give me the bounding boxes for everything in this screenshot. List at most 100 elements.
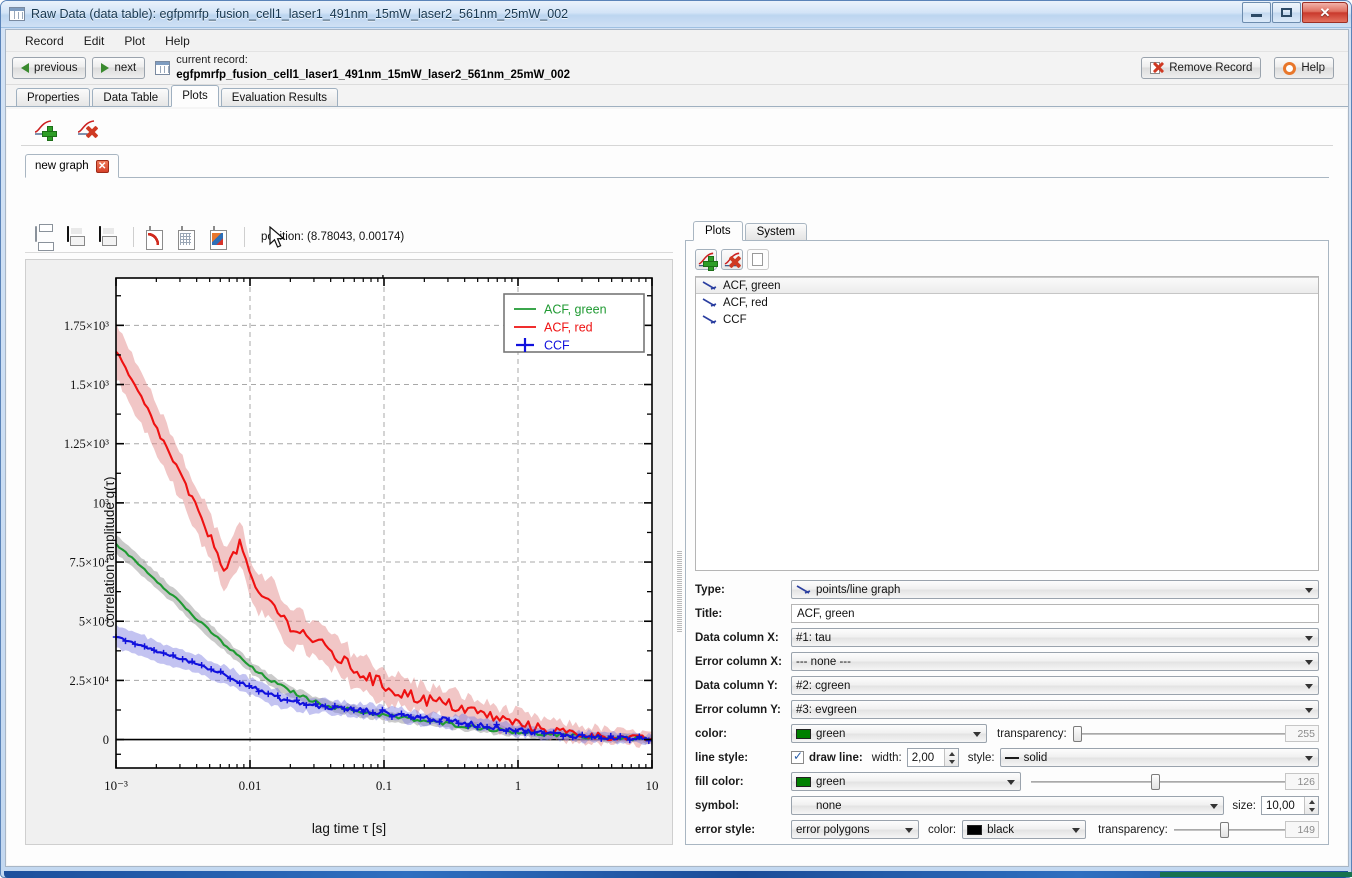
close-button[interactable]: ✕ (1302, 2, 1348, 23)
window-title: Raw Data (data table): egfpmrfp_fusion_c… (31, 7, 569, 21)
data-column-y-combo[interactable]: #2: cgreen (791, 676, 1319, 695)
error-style-label: error style: (695, 823, 756, 836)
slider-track (1173, 829, 1285, 831)
tab-system[interactable]: System (744, 223, 807, 241)
copy-table-icon[interactable] (178, 225, 200, 247)
data-column-x-combo[interactable]: #1: tau (791, 628, 1319, 647)
save-icon[interactable] (67, 225, 89, 247)
tab-plots-right[interactable]: Plots (693, 221, 743, 241)
copy-graph-icon[interactable] (146, 225, 168, 247)
slider-thumb[interactable] (1219, 822, 1229, 838)
form-row-type: Type: points/line graph (695, 579, 1319, 600)
draw-line-checkbox[interactable] (791, 749, 804, 764)
tab-plots[interactable]: Plots (171, 85, 219, 107)
title-label: Title: (695, 607, 723, 620)
next-record-button[interactable]: next (92, 57, 146, 79)
stepper-buttons[interactable] (1304, 797, 1318, 814)
error-column-y-value: #3: evgreen (796, 703, 857, 716)
duplicate-plot-button[interactable] (747, 249, 769, 270)
color-value: green (816, 727, 846, 740)
plot-canvas[interactable]: new graph correlation amplitude g(τ) lag… (25, 259, 673, 845)
title-input[interactable]: ACF, green (791, 604, 1319, 623)
data-column-y-value: #2: cgreen (796, 679, 851, 692)
menu-help[interactable]: Help (156, 31, 199, 51)
bottom-strip (7, 847, 1347, 865)
current-record-name: egfpmrfp_fusion_cell1_laser1_491nm_15mW_… (176, 68, 570, 81)
list-item[interactable]: ACF, red (696, 294, 1318, 311)
minimize-button[interactable] (1242, 2, 1271, 23)
next-label: next (114, 62, 137, 74)
error-column-y-combo[interactable]: #3: evgreen (791, 700, 1319, 719)
symbol-combo[interactable]: none (791, 796, 1225, 815)
previous-record-button[interactable]: previous (12, 57, 87, 79)
line-style-combo[interactable]: solid (999, 748, 1319, 767)
graph-toolbar: position: (8.78043, 0.00174) (25, 221, 673, 253)
fill-color-label: fill color: (695, 775, 744, 788)
type-label: Type: (695, 583, 725, 596)
delete-plot-button[interactable] (721, 249, 743, 270)
list-item[interactable]: ACF, green (696, 277, 1318, 294)
copy-matlab-icon[interactable] (210, 225, 232, 247)
pane-splitter[interactable] (673, 221, 685, 845)
splitter-grip[interactable] (677, 551, 682, 633)
fill-alpha-slider[interactable] (1031, 772, 1285, 791)
error-transparency-slider[interactable] (1173, 820, 1285, 839)
minimize-icon (1251, 14, 1262, 17)
menu-record[interactable]: Record (16, 31, 73, 51)
error-color-combo[interactable]: black (962, 820, 1087, 839)
graph-tab-close-icon[interactable]: ✕ (95, 159, 109, 173)
chevron-down-icon (1305, 708, 1313, 713)
save-table-icon[interactable] (99, 225, 121, 247)
maximize-icon (1281, 8, 1292, 17)
tab-properties[interactable]: Properties (16, 88, 91, 107)
line-width-stepper[interactable]: 2,00 (906, 748, 959, 767)
stepper-down-icon[interactable] (945, 758, 958, 767)
error-column-x-combo[interactable]: --- none --- (791, 652, 1319, 671)
color-combo[interactable]: green (791, 724, 987, 743)
cross-icon (728, 255, 742, 269)
plot-list[interactable]: ACF, green ACF, red CCF (695, 276, 1319, 571)
menu-edit[interactable]: Edit (75, 31, 114, 51)
fill-color-combo[interactable]: green (791, 772, 1021, 791)
svg-text:10: 10 (646, 778, 659, 793)
add-graph-button[interactable] (33, 118, 57, 141)
title-value: ACF, green (797, 607, 855, 620)
color-transparency-value: 255 (1285, 725, 1319, 742)
taskbar-item (1160, 872, 1352, 877)
stepper-up-icon[interactable] (1305, 797, 1318, 806)
color-transparency-slider[interactable] (1072, 724, 1285, 743)
type-combo[interactable]: points/line graph (791, 580, 1319, 599)
stepper-up-icon[interactable] (945, 749, 958, 758)
tab-evaluation-results[interactable]: Evaluation Results (220, 88, 339, 107)
print-icon[interactable] (35, 225, 57, 247)
list-item-label: ACF, red (723, 296, 768, 309)
curve-icon (796, 584, 811, 595)
slider-thumb[interactable] (1151, 774, 1161, 790)
form-row-color: color: green transparency: 255 (695, 723, 1319, 744)
data-column-x-value: #1: tau (796, 631, 832, 644)
error-style-combo[interactable]: error polygons (791, 820, 919, 839)
curve-icon (702, 314, 717, 325)
graph-tab-new-graph[interactable]: new graph ✕ (25, 154, 119, 178)
stepper-down-icon[interactable] (1305, 806, 1318, 815)
data-column-x-label: Data column X: (695, 631, 779, 644)
list-item-label: ACF, green (723, 279, 781, 292)
svg-text:10³: 10³ (93, 496, 110, 510)
delete-graph-button[interactable] (76, 118, 97, 137)
svg-text:1.75×10³: 1.75×10³ (64, 319, 109, 333)
help-button[interactable]: Help (1274, 57, 1334, 79)
stepper-buttons[interactable] (943, 749, 958, 767)
tab-data-table[interactable]: Data Table (92, 88, 170, 107)
main-tab-bar: Properties Data Table Plots Evaluation R… (6, 85, 1348, 107)
add-plot-button[interactable] (695, 249, 718, 271)
svg-text:2.5×10⁴: 2.5×10⁴ (69, 674, 109, 688)
remove-record-button[interactable]: Remove Record (1141, 57, 1262, 79)
error-column-x-label: Error column X: (695, 655, 782, 668)
error-column-x-value: --- none --- (796, 655, 851, 668)
slider-thumb[interactable] (1072, 726, 1082, 742)
svg-text:0.01: 0.01 (239, 778, 262, 793)
maximize-button[interactable] (1272, 2, 1301, 23)
menu-plot[interactable]: Plot (115, 31, 154, 51)
list-item[interactable]: CCF (696, 311, 1318, 328)
symbol-size-stepper[interactable]: 10,00 (1261, 796, 1319, 815)
